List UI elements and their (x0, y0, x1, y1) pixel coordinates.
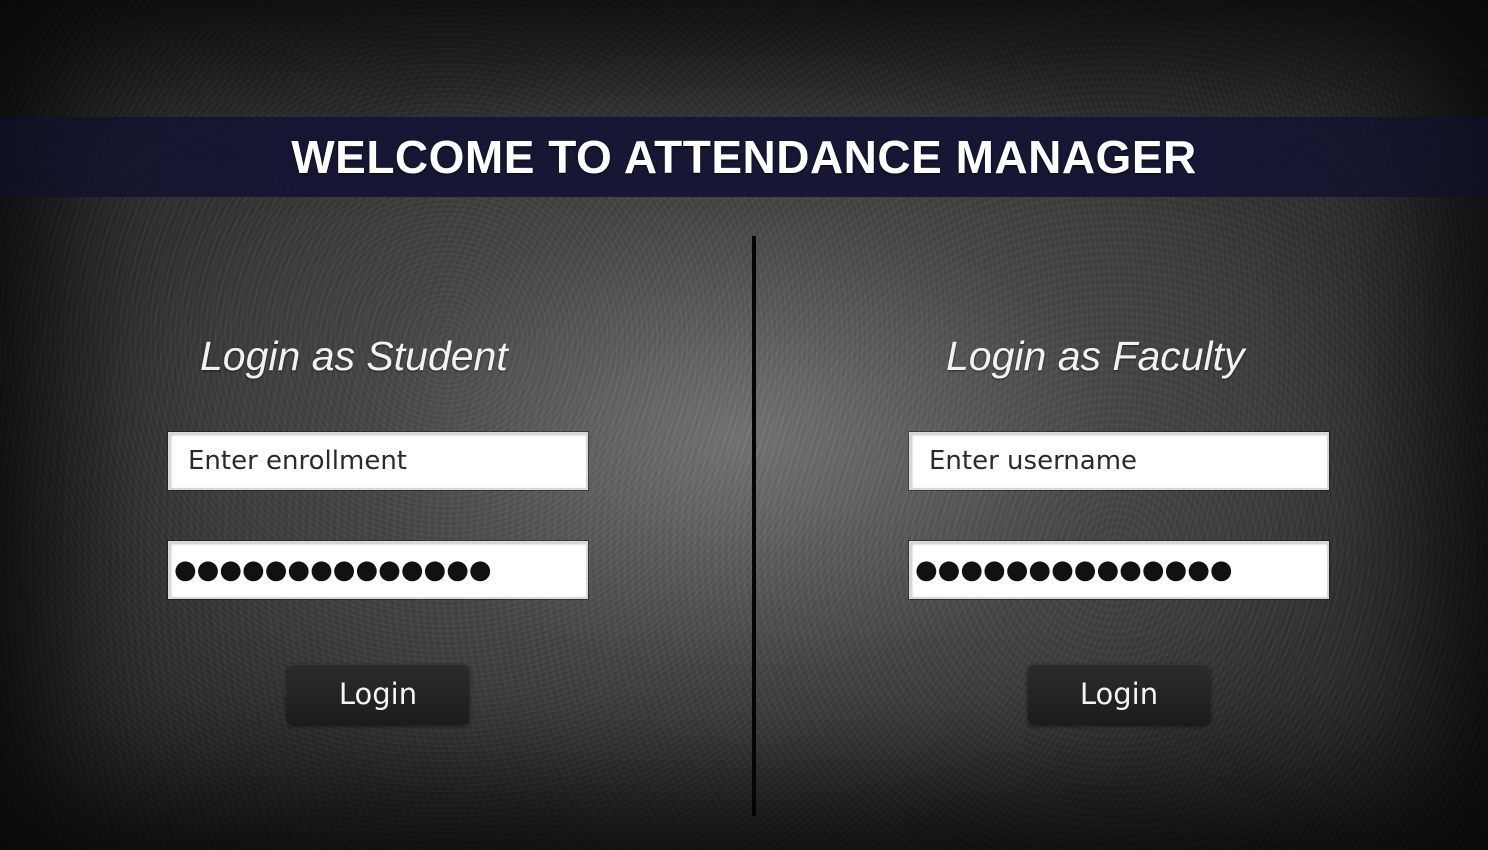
faculty-login-button[interactable]: Login (1028, 664, 1210, 724)
enrollment-input[interactable]: Enter enrollment (168, 432, 588, 490)
faculty-password-mask: ●●●●●●●●●●●●●● (915, 555, 1233, 585)
username-input[interactable]: Enter username (909, 432, 1329, 490)
student-password-input[interactable]: ●●●●●●●●●●●●●● (168, 541, 588, 599)
student-login-heading: Login as Student (200, 333, 508, 379)
student-login-button[interactable]: Login (287, 664, 469, 724)
page-title: WELCOME TO ATTENDANCE MANAGER (291, 131, 1197, 183)
title-banner: WELCOME TO ATTENDANCE MANAGER (0, 117, 1488, 197)
faculty-password-input[interactable]: ●●●●●●●●●●●●●● (909, 541, 1329, 599)
attendance-manager-window: WELCOME TO ATTENDANCE MANAGER Login as S… (0, 0, 1488, 850)
student-password-mask: ●●●●●●●●●●●●●● (174, 555, 492, 585)
enrollment-input-text: Enter enrollment (188, 446, 407, 476)
username-input-text: Enter username (929, 446, 1138, 476)
panel-divider (752, 236, 756, 816)
faculty-login-heading: Login as Faculty (946, 333, 1245, 379)
